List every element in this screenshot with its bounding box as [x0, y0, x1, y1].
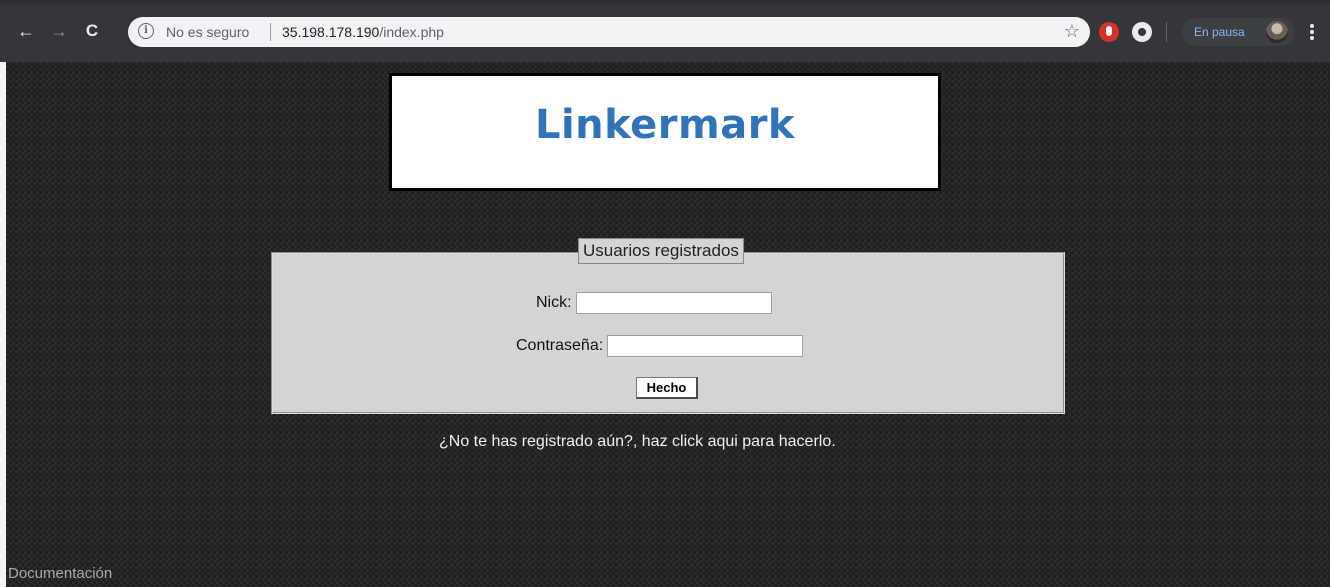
submit-button[interactable]: Hecho [636, 377, 698, 399]
nick-input[interactable] [575, 292, 772, 314]
logo: Linkermark [534, 102, 796, 148]
security-status[interactable]: No es seguro [166, 24, 249, 40]
url-path: /index.php [379, 24, 444, 40]
password-row: Contraseña: [516, 335, 804, 357]
page-viewport: Linkermark Usuarios registrados Nick: Co… [0, 62, 1330, 587]
profile-status: En pausa [1194, 25, 1245, 39]
arrow-right-icon: → [50, 20, 68, 41]
vertical-dots-icon[interactable] [1302, 21, 1322, 43]
info-icon[interactable]: i [138, 23, 154, 39]
hand-extension-icon[interactable] [1099, 22, 1119, 42]
password-label: Contraseña: [516, 337, 604, 354]
url-text[interactable]: 35.198.178.190/index.php [282, 24, 444, 40]
nick-label: Nick: [536, 294, 572, 311]
register-link[interactable]: ¿No te has registrado aún?, haz click aq… [439, 433, 836, 451]
forward-button[interactable]: → [46, 18, 72, 44]
arrow-left-icon: ← [17, 20, 35, 41]
password-input[interactable] [607, 335, 804, 357]
back-button[interactable]: ← [13, 18, 39, 44]
toolbar-divider [1166, 22, 1167, 42]
tab-strip [0, 0, 1330, 8]
reload-button[interactable]: C [79, 18, 105, 44]
browser-toolbar: ← → C i No es seguro 35.198.178.190/inde… [0, 0, 1330, 62]
gear-extension-icon[interactable] [1132, 22, 1152, 42]
address-bar[interactable]: i No es seguro 35.198.178.190/index.php … [128, 17, 1090, 47]
documentation-link[interactable]: Documentación [8, 565, 112, 582]
profile-button[interactable]: En pausa [1182, 18, 1294, 46]
login-legend: Usuarios registrados [578, 238, 744, 264]
star-icon[interactable]: ☆ [1064, 21, 1080, 42]
reload-icon: C [85, 21, 99, 40]
url-host: 35.198.178.190 [282, 24, 380, 40]
omnibox-divider [270, 23, 271, 41]
nick-row: Nick: [536, 292, 772, 314]
logo-banner: Linkermark [389, 73, 941, 191]
avatar [1266, 21, 1288, 43]
